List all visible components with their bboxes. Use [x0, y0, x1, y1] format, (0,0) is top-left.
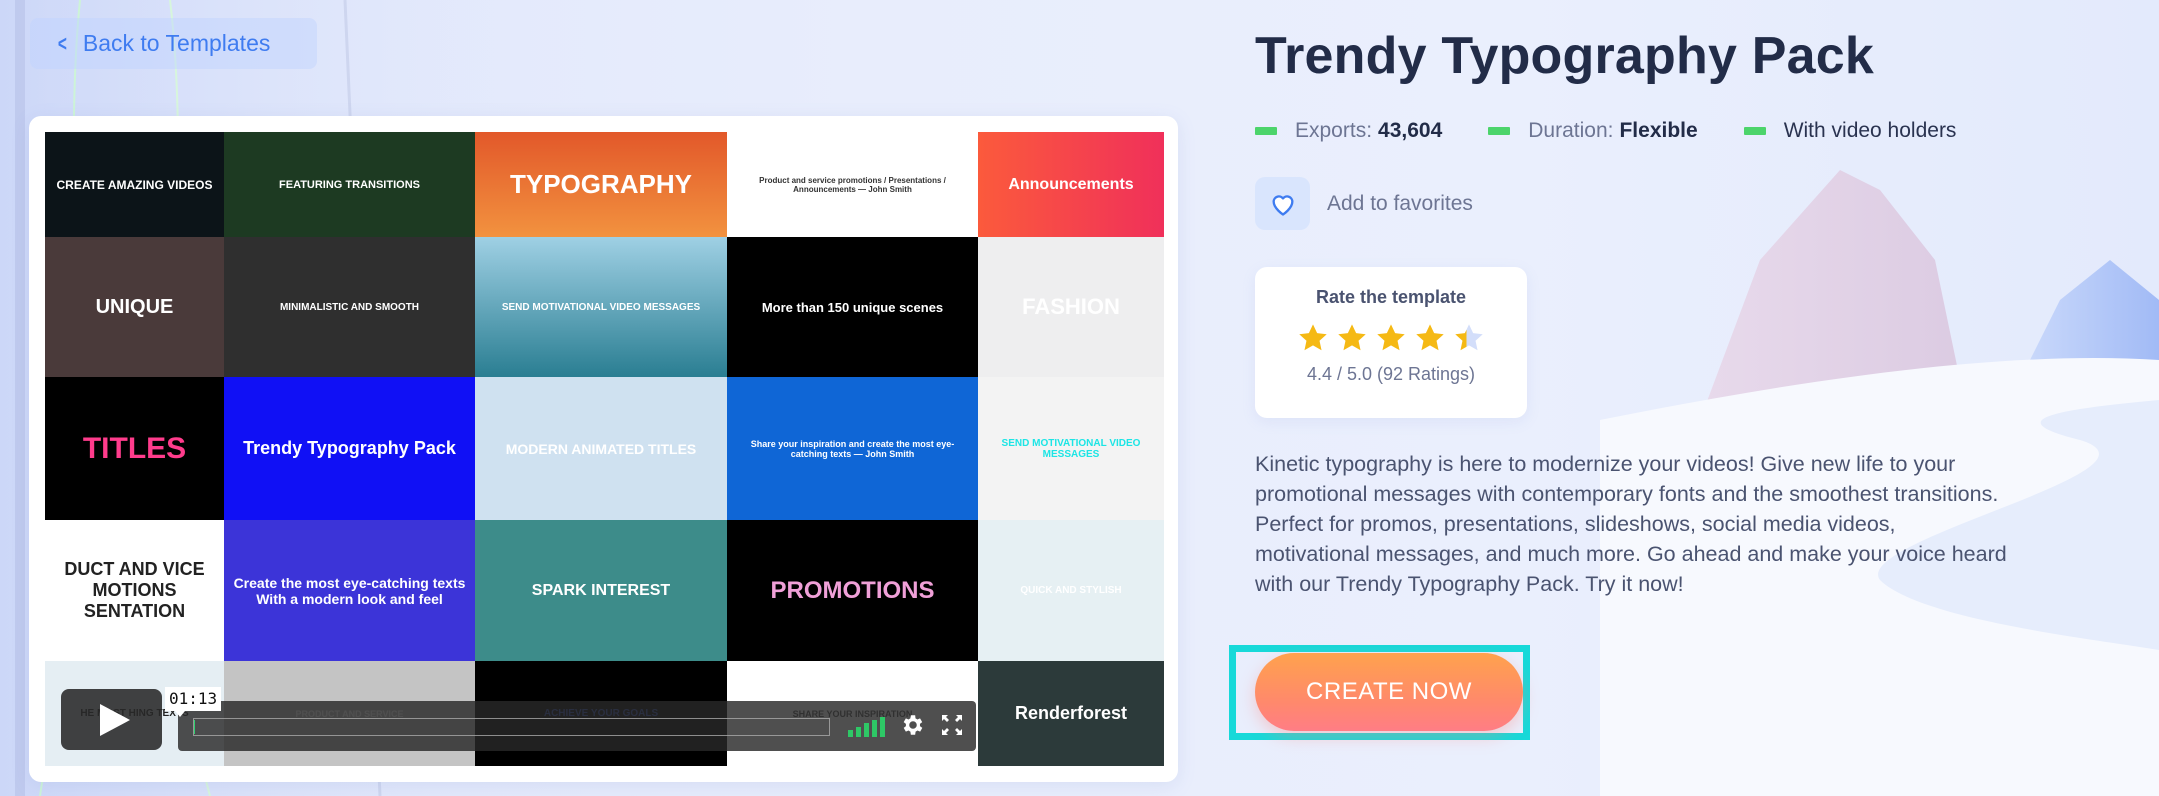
scene-caption: SEND MOTIVATIONAL VIDEO MESSAGES — [501, 301, 701, 313]
play-icon — [99, 703, 130, 736]
template-title: Trendy Typography Pack — [1255, 27, 1874, 85]
stat-duration: Duration: Flexible — [1488, 119, 1698, 143]
template-stats: Exports: 43,604 Duration: Flexible With … — [1255, 119, 2002, 143]
scene-caption: UNIQUE — [95, 295, 174, 318]
rating-summary: 4.4 / 5.0 (92 Ratings) — [1306, 364, 1476, 384]
scene-caption: FEATURING TRANSITIONS — [279, 178, 420, 191]
video-scene-tile: TYPOGRAPHY — [475, 132, 727, 237]
scene-caption: Renderforest — [1014, 703, 1128, 723]
video-scene-tile: FEATURING TRANSITIONS — [224, 132, 475, 237]
volume-icon[interactable] — [848, 717, 885, 737]
stat-value: Flexible — [1619, 119, 1698, 142]
scene-caption: PROMOTIONS — [770, 576, 935, 604]
star-icon[interactable] — [1375, 322, 1407, 352]
scene-caption: QUICK AND STYLISH — [1020, 585, 1122, 596]
video-scene-tile: Announcements — [978, 132, 1164, 237]
scene-caption: Product and service promotions / Present… — [759, 175, 946, 194]
add-to-favorites-button[interactable]: Add to favorites — [1255, 177, 1473, 230]
rating-heading: Rate the template — [1315, 287, 1467, 307]
create-now-button[interactable]: CREATE NOW — [1255, 653, 1523, 731]
bullet-icon — [1743, 127, 1766, 135]
scene-caption: SEND MOTIVATIONAL VIDEO MESSAGES — [1001, 437, 1141, 460]
star-icon[interactable] — [1453, 322, 1485, 352]
video-scene-tile: Product and service promotions / Present… — [727, 132, 978, 237]
play-button[interactable] — [61, 689, 162, 750]
video-scene-tile: Renderforest — [978, 661, 1164, 766]
progress-bar[interactable] — [193, 718, 830, 736]
video-scene-tile: MODERN ANIMATED TITLES — [475, 377, 727, 520]
star-icon[interactable] — [1414, 322, 1446, 352]
template-description: Kinetic typography is here to modernize … — [1255, 452, 2007, 596]
heart-icon — [1272, 194, 1293, 216]
timecode-tooltip: 01:13 — [165, 687, 222, 717]
add-to-favorites-label: Add to favorites — [1327, 191, 1473, 215]
scene-caption: CREATE AMAZING VIDEOS — [56, 177, 213, 192]
stat-value: 43,604 — [1378, 119, 1443, 142]
video-scene-tile: SPARK INTEREST — [475, 520, 727, 661]
back-to-templates-label: Back to Templates — [82, 30, 271, 56]
video-scene-tile: SEND MOTIVATIONAL VIDEO MESSAGES — [978, 377, 1164, 520]
scene-caption: DUCT AND VICE MOTIONS SENTATION — [64, 559, 205, 621]
scene-caption: Trendy Typography Pack — [243, 438, 456, 458]
video-scene-tile: QUICK AND STYLISH — [978, 520, 1164, 661]
chevron-left-icon: < — [57, 30, 67, 56]
stat-exports: Exports: 43,604 — [1255, 119, 1442, 143]
video-scene-tile: TITLES — [45, 377, 224, 520]
stat-label: With video holders — [1783, 119, 1957, 142]
stat-label: Exports: — [1295, 119, 1373, 142]
heart-button[interactable] — [1255, 177, 1310, 230]
video-scene-tile: FASHION — [978, 237, 1164, 377]
back-to-templates-button[interactable]: < Back to Templates — [30, 18, 317, 69]
video-scene-tile: More than 150 unique scenes — [727, 237, 978, 377]
scene-caption: Announcements — [1008, 175, 1134, 193]
settings-gear-icon[interactable] — [900, 712, 926, 738]
rating-stars[interactable] — [1255, 322, 1527, 352]
video-scene-tile: MINIMALISTIC AND SMOOTH — [224, 237, 475, 377]
bullet-icon — [1488, 127, 1511, 135]
progress-fill — [194, 720, 195, 734]
video-scene-tile: UNIQUE — [45, 237, 224, 377]
scene-caption: TYPOGRAPHY — [509, 169, 693, 199]
video-scene-tile: Share your inspiration and create the mo… — [727, 377, 978, 520]
video-scene-tile: PROMOTIONS — [727, 520, 978, 661]
video-preview[interactable]: CREATE AMAZING VIDEOS FEATURING TRANSITIO… — [45, 132, 1164, 766]
video-scene-tile: Trendy Typography Pack — [224, 377, 475, 520]
video-scene-tile: SEND MOTIVATIONAL VIDEO MESSAGES — [475, 237, 727, 377]
video-scene-tile: Create the most eye-catching texts With … — [224, 520, 475, 661]
video-scene-tile: DUCT AND VICE MOTIONS SENTATION — [45, 520, 224, 661]
scene-caption: MINIMALISTIC AND SMOOTH — [279, 301, 420, 313]
scene-caption: TITLES — [82, 431, 187, 465]
scene-caption: MODERN ANIMATED TITLES — [505, 440, 697, 457]
video-scene-tile: CREATE AMAZING VIDEOS — [45, 132, 224, 237]
scene-caption: Create the most eye-catching texts With … — [233, 574, 466, 607]
scene-caption: FASHION — [1022, 294, 1120, 319]
scene-caption: More than 150 unique scenes — [761, 299, 944, 315]
fullscreen-icon[interactable] — [941, 714, 963, 736]
scene-caption: Share your inspiration and create the mo… — [750, 438, 955, 459]
stat-label: Duration: — [1528, 119, 1614, 142]
scene-caption: SPARK INTEREST — [531, 581, 671, 599]
stat-video-holders: With video holders — [1743, 119, 1957, 143]
bullet-icon — [1255, 127, 1277, 135]
star-icon[interactable] — [1336, 322, 1368, 352]
rating-box: Rate the template 4.4 / 5.0 (92 Ratings) — [1255, 267, 1527, 418]
star-icon[interactable] — [1297, 322, 1329, 352]
